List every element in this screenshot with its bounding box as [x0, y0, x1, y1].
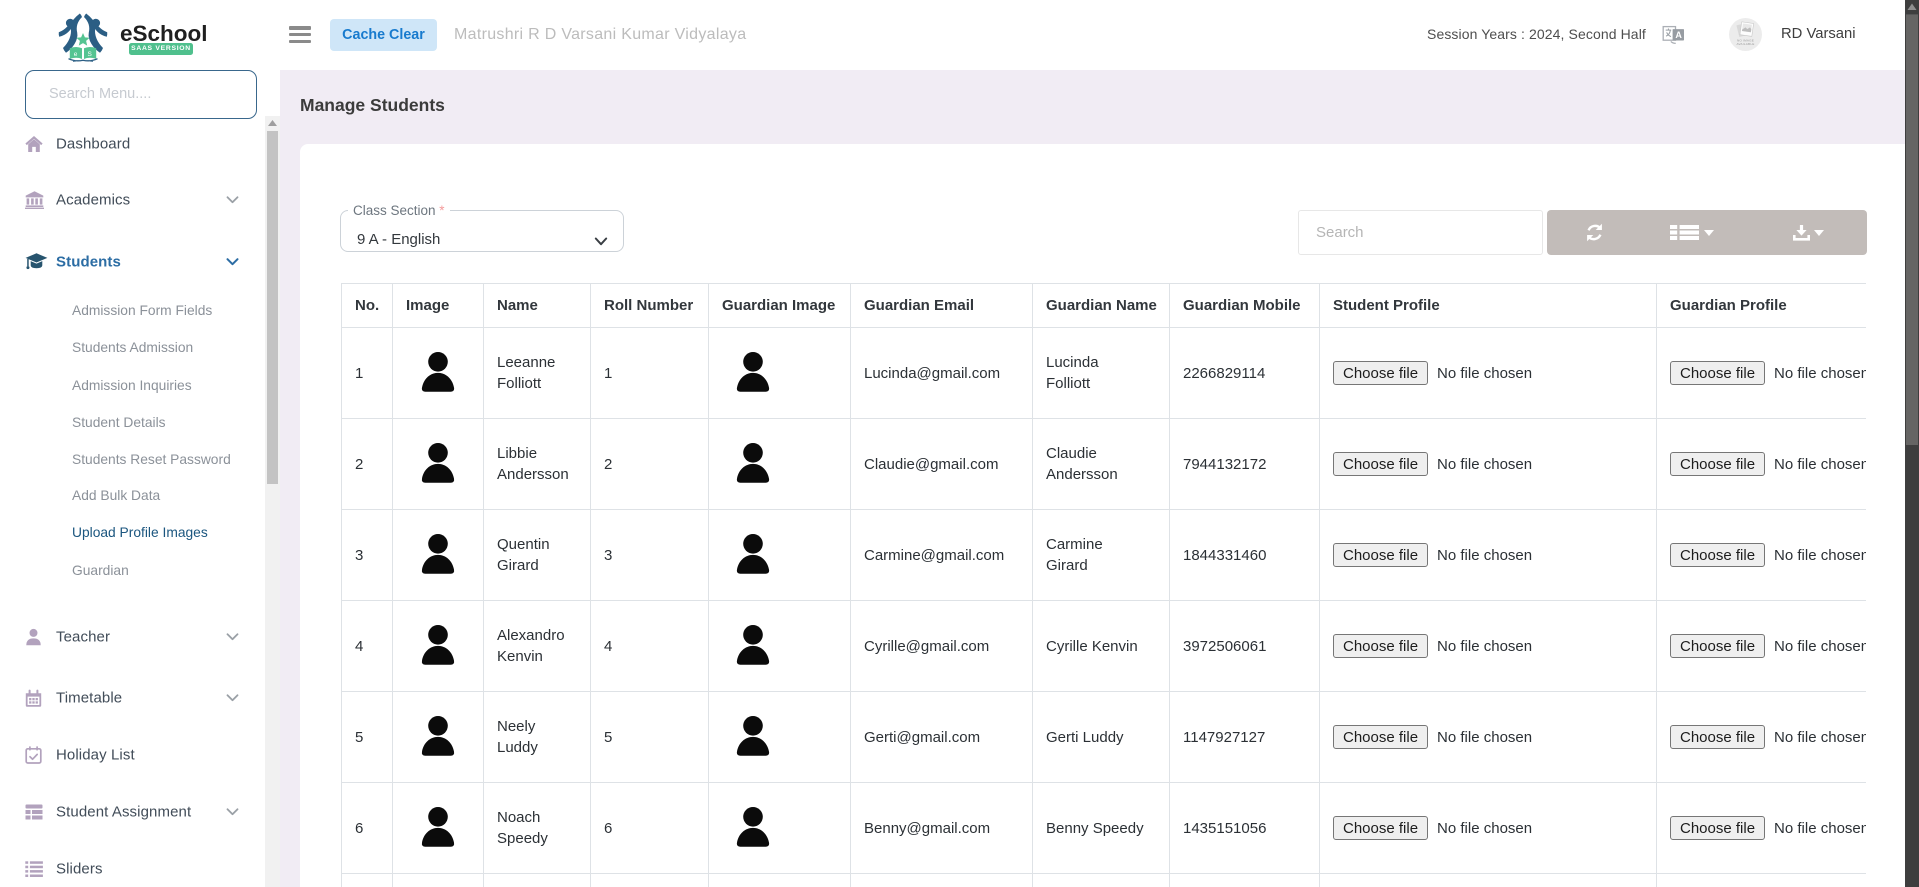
svg-text:e: e	[74, 51, 78, 58]
svg-text:AVAILABLE: AVAILABLE	[1736, 42, 1754, 46]
svg-text:A: A	[1675, 30, 1682, 40]
svg-text:S: S	[88, 51, 93, 58]
